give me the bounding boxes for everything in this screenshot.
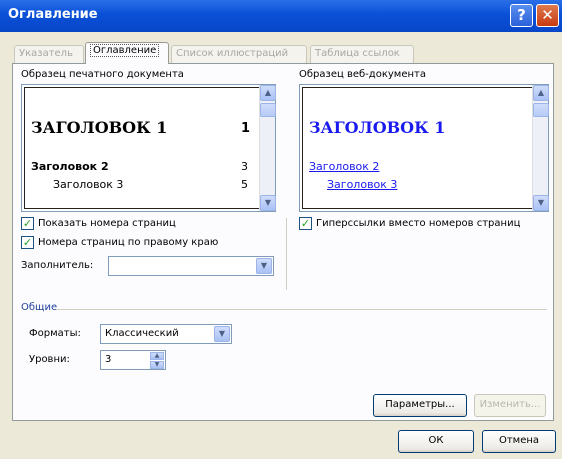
formats-value: Классический — [105, 328, 179, 339]
tab-figures-label: Список иллюстраций — [176, 48, 289, 59]
web-preview-scrollbar[interactable]: ▲ ▼ — [532, 85, 549, 211]
align-right-checkbox[interactable]: ✓ Номера страниц по правому краю — [21, 236, 218, 250]
print-heading2: Заголовок 2 — [31, 160, 109, 173]
modify-button[interactable]: Изменить... — [474, 394, 546, 417]
scroll-up-icon[interactable]: ▲ — [533, 85, 549, 101]
scroll-down-icon[interactable]: ▼ — [260, 195, 276, 211]
web-heading1[interactable]: ЗАГОЛОВОК 1 — [309, 118, 445, 137]
print-preview-label: Образец печатного документа — [21, 69, 184, 80]
leader-label: Заполнитель: — [21, 260, 94, 271]
print-preview: ЗАГОЛОВОК 1 1 Заголовок 2 3 Заголовок 3 … — [21, 84, 276, 212]
tab-authorities-label: Таблица ссылок — [315, 48, 400, 59]
scroll-thumb[interactable] — [533, 103, 549, 117]
help-button[interactable]: ? — [510, 4, 533, 27]
tab-authorities[interactable]: Таблица ссылок — [310, 45, 414, 63]
spin-down-icon[interactable]: ▼ — [150, 361, 164, 369]
checkmark-icon: ✓ — [21, 236, 34, 249]
close-button[interactable]: ✕ — [536, 4, 559, 27]
print-page2: 3 — [241, 160, 248, 173]
levels-spinner[interactable]: 3 ▲ ▼ — [100, 350, 166, 370]
levels-value: 3 — [105, 354, 112, 365]
web-preview-label: Образец веб-документа — [299, 69, 426, 80]
help-icon: ? — [517, 6, 526, 24]
formats-label: Форматы: — [29, 328, 81, 339]
print-heading1: ЗАГОЛОВОК 1 — [31, 118, 168, 137]
web-heading3[interactable]: Заголовок 3 — [327, 178, 397, 191]
web-preview: ЗАГОЛОВОК 1 Заголовок 2 Заголовок 3 ▲ ▼ — [299, 84, 549, 212]
checkmark-icon: ✓ — [21, 217, 34, 230]
show-page-numbers-label: Показать номера страниц — [38, 218, 176, 229]
window-title: Оглавление — [8, 7, 98, 22]
print-preview-scrollbar[interactable]: ▲ ▼ — [259, 85, 276, 211]
tab-figures[interactable]: Список иллюстраций — [171, 45, 307, 63]
formats-select[interactable]: Классический ▼ — [100, 324, 232, 344]
scroll-up-icon[interactable]: ▲ — [260, 85, 276, 101]
print-page3: 5 — [241, 178, 248, 191]
ok-button[interactable]: ОК — [398, 430, 474, 453]
print-page1: 1 — [241, 121, 251, 136]
web-preview-frame: ЗАГОЛОВОК 1 Заголовок 2 Заголовок 3 — [302, 87, 546, 209]
scroll-thumb[interactable] — [260, 103, 276, 117]
title-bar[interactable]: Оглавление ? ✕ — [0, 0, 562, 32]
tab-index[interactable]: Указатель — [14, 45, 84, 63]
tab-toc[interactable]: Оглавление — [85, 42, 169, 64]
scroll-down-icon[interactable]: ▼ — [533, 195, 549, 211]
chevron-down-icon[interactable]: ▼ — [256, 258, 272, 274]
toc-dialog: Оглавление ? ✕ Указатель Оглавление Спис… — [0, 0, 562, 459]
vertical-divider — [286, 218, 287, 290]
tab-index-label: Указатель — [19, 48, 73, 59]
general-group-label: Общие — [21, 302, 58, 313]
align-right-label: Номера страниц по правому краю — [38, 237, 219, 248]
general-group-line — [57, 309, 547, 310]
tab-panel: Образец печатного документа ЗАГОЛОВОК 1 … — [12, 63, 554, 421]
print-heading3: Заголовок 3 — [53, 178, 124, 191]
spin-up-icon[interactable]: ▲ — [150, 352, 164, 360]
hyperlinks-checkbox[interactable]: ✓ Гиперссылки вместо номеров страниц — [299, 217, 520, 231]
close-icon: ✕ — [541, 6, 554, 24]
levels-label: Уровни: — [29, 354, 70, 365]
print-preview-frame: ЗАГОЛОВОК 1 1 Заголовок 2 3 Заголовок 3 … — [24, 87, 273, 209]
cancel-button[interactable]: Отмена — [482, 430, 556, 453]
checkmark-icon: ✓ — [299, 217, 312, 230]
parameters-button[interactable]: Параметры... — [373, 394, 467, 417]
chevron-down-icon[interactable]: ▼ — [214, 326, 230, 342]
tab-toc-label: Оглавление — [90, 44, 160, 57]
hyperlinks-label: Гиперссылки вместо номеров страниц — [316, 218, 521, 229]
leader-select[interactable]: ▼ — [108, 256, 274, 276]
web-heading2[interactable]: Заголовок 2 — [309, 160, 379, 173]
show-page-numbers-checkbox[interactable]: ✓ Показать номера страниц — [21, 217, 176, 231]
